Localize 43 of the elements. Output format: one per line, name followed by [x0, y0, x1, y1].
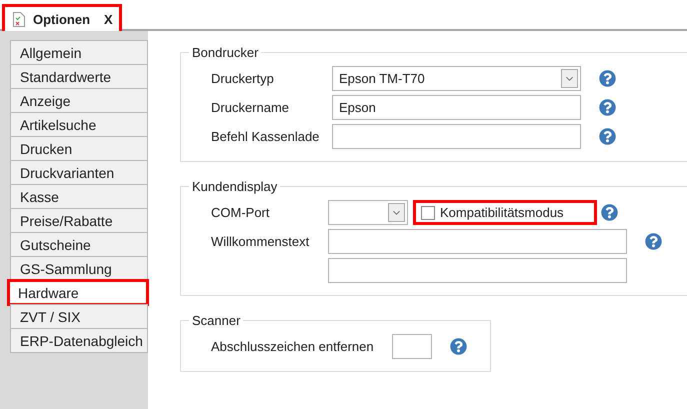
field-label: Druckertyp — [211, 71, 275, 86]
close-button[interactable]: X — [104, 12, 113, 26]
group-title: Scanner — [191, 313, 242, 328]
group-title: Bondrucker — [191, 45, 260, 60]
field-label: Abschlusszeichen entfernen — [211, 339, 375, 354]
sidebar-item[interactable]: ZVT / SIX — [10, 304, 148, 329]
text-field[interactable]: Epson — [332, 95, 581, 120]
sidebar-item[interactable]: ERP-Datenabgleich — [10, 328, 148, 353]
field-label: Druckername — [211, 100, 290, 115]
field-label: Befehl Kassenlade — [211, 129, 320, 144]
checkbox[interactable] — [421, 206, 435, 220]
tab-label: Optionen — [33, 12, 90, 26]
sidebar-item[interactable]: Anzeige — [10, 88, 148, 113]
sidebar-item[interactable]: GS-Sammlung — [10, 256, 148, 281]
sidebar-item[interactable]: Gutscheine — [10, 232, 148, 257]
sidebar-item[interactable]: Standardwerte — [10, 64, 148, 89]
text-field[interactable] — [332, 124, 581, 149]
help-icon[interactable] — [599, 128, 616, 145]
caret-icon[interactable] — [561, 69, 578, 88]
group-title: Kundendisplay — [191, 179, 278, 194]
text-field[interactable] — [392, 334, 432, 359]
sidebar-item[interactable]: Preise/Rabatte — [10, 208, 148, 233]
dropdown[interactable]: Epson TM-T70 — [332, 66, 581, 91]
text-field[interactable] — [328, 229, 627, 254]
help-icon[interactable] — [645, 233, 662, 250]
sidebar-item[interactable]: Drucken — [10, 136, 148, 161]
document-icon — [13, 12, 25, 26]
sidebar-item[interactable]: Kasse — [10, 184, 148, 209]
checkbox-label: Kompatibilitätsmodus — [440, 205, 564, 220]
dropdown[interactable] — [328, 200, 408, 225]
caret-icon[interactable] — [388, 203, 405, 222]
sidebar-item[interactable]: Hardware — [8, 280, 148, 305]
sidebar-item[interactable]: Allgemein — [10, 40, 148, 65]
field-label: Willkommenstext — [211, 234, 310, 249]
help-icon[interactable] — [599, 70, 616, 87]
help-icon[interactable] — [601, 204, 618, 221]
sidebar-item[interactable]: Artikelsuche — [10, 112, 148, 137]
help-icon[interactable] — [599, 99, 616, 116]
text-field[interactable] — [328, 258, 627, 283]
sidebar-item[interactable]: Druckvarianten — [10, 160, 148, 185]
help-icon[interactable] — [450, 338, 467, 355]
field-label: COM-Port — [211, 205, 270, 220]
options-tab[interactable]: Optionen X — [2, 4, 122, 31]
